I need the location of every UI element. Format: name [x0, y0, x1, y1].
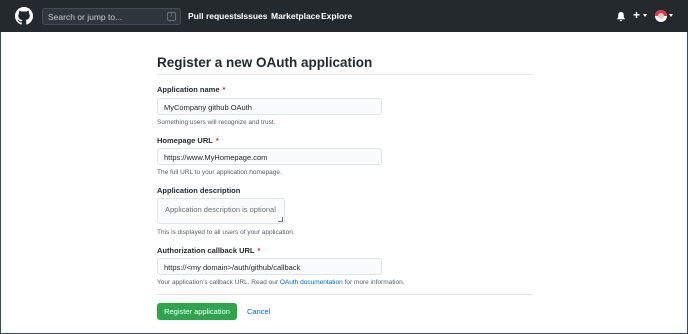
page-title: Register a new OAuth application — [157, 55, 373, 70]
chevron-down-icon[interactable] — [643, 14, 647, 17]
bell-icon[interactable] — [616, 11, 626, 22]
search-input[interactable]: Search or jump to... / — [42, 8, 181, 25]
slash-shortcut-icon: / — [167, 12, 176, 21]
callback-url-value: https://<my domain>/auth/github/callback — [164, 263, 301, 272]
avatar[interactable] — [655, 10, 667, 22]
nav-pull-requests[interactable]: Pull requests — [188, 11, 241, 21]
search-placeholder: Search or jump to... — [48, 12, 123, 22]
plus-icon[interactable]: + — [633, 9, 640, 21]
github-logo-icon[interactable] — [15, 7, 33, 25]
homepage-url-field[interactable]: https://www.MyHomepage.com — [157, 148, 382, 165]
nav-explore[interactable]: Explore — [321, 11, 352, 21]
divider — [157, 74, 532, 75]
description-help: This is displayed to all users of your a… — [157, 229, 295, 236]
chevron-down-icon[interactable] — [669, 14, 673, 17]
callback-label: Authorization callback URL * — [157, 246, 261, 255]
description-placeholder: Application description is optional — [165, 205, 276, 214]
global-header: Search or jump to... / Pull requests Iss… — [0, 0, 688, 32]
callback-help: Your application’s callback URL. Read ou… — [157, 279, 405, 286]
register-application-button[interactable]: Register application — [157, 303, 237, 320]
description-textarea[interactable]: Application description is optional — [157, 198, 285, 224]
nav-marketplace[interactable]: Marketplace — [271, 11, 320, 21]
cancel-link[interactable]: Cancel — [247, 307, 270, 316]
callback-url-field[interactable]: https://<my domain>/auth/github/callback — [157, 258, 382, 275]
homepage-url-value: https://www.MyHomepage.com — [164, 153, 268, 162]
app-name-label: Application name * — [157, 85, 226, 94]
description-label: Application description — [157, 186, 241, 195]
app-name-value: MyCompany github OAuth — [164, 103, 252, 112]
homepage-label: Homepage URL * — [157, 136, 219, 145]
app-name-field[interactable]: MyCompany github OAuth — [157, 98, 382, 115]
nav-issues[interactable]: Issues — [241, 11, 267, 21]
homepage-help: The full URL to your application homepag… — [157, 169, 282, 176]
divider — [157, 294, 532, 295]
app-name-help: Something users will recognize and trust… — [157, 119, 276, 126]
oauth-documentation-link[interactable]: OAuth documentation — [280, 279, 343, 286]
resize-handle-icon[interactable] — [278, 217, 283, 222]
